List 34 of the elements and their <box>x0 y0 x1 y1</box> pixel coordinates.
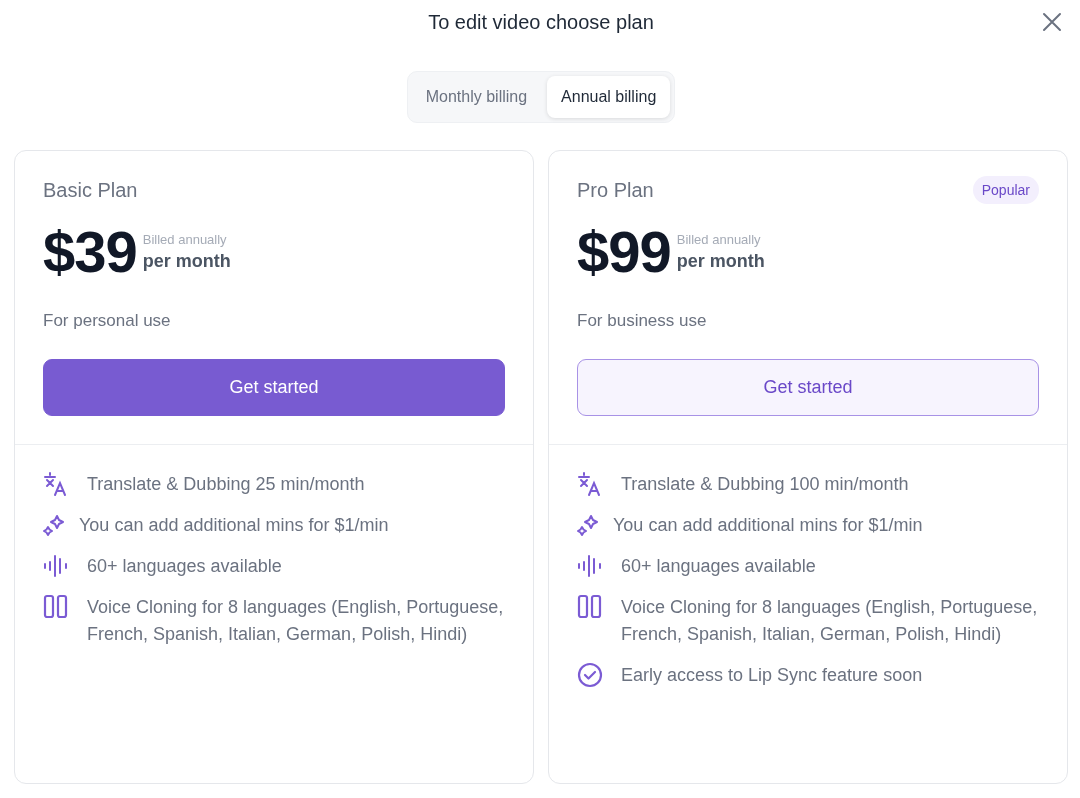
price-period: per month <box>676 251 765 272</box>
sparkles-icon <box>43 514 65 536</box>
plan-name: Basic Plan <box>43 178 138 202</box>
get-started-button[interactable]: Get started <box>43 359 505 416</box>
columns-icon <box>577 594 603 620</box>
get-started-button[interactable]: Get started <box>577 359 1039 416</box>
plan-description: For business use <box>577 311 708 331</box>
billing-note: Billed annually <box>142 232 228 247</box>
columns-icon <box>43 594 69 620</box>
price-period: per month <box>142 251 231 272</box>
waveform-icon <box>43 553 69 579</box>
feature-text: 60+ languages available <box>621 555 816 578</box>
check-circle-icon <box>577 662 603 688</box>
translate-icon <box>577 471 603 497</box>
sparkles-icon <box>577 514 599 536</box>
dialog-title: To edit video choose plan <box>428 10 654 34</box>
popular-badge: Popular <box>972 176 1039 204</box>
billing-tab[interactable]: Monthly billing <box>411 76 542 118</box>
billing-tab[interactable]: Annual billing <box>547 76 671 118</box>
feature-text: Translate & Dubbing 100 min/month <box>621 473 909 496</box>
feature-text: You can add additional mins for $1/min <box>79 514 389 537</box>
plan-description: For personal use <box>43 311 172 331</box>
translate-icon <box>43 471 69 497</box>
plan-name: Pro Plan <box>577 178 654 202</box>
feature-text: Translate & Dubbing 25 min/month <box>87 473 365 496</box>
feature-text: Early access to Lip Sync feature soon <box>621 664 923 687</box>
feature-text: 60+ languages available <box>87 555 282 578</box>
feature-text: Voice Cloning for 8 languages (English, Portuguese, French, Spanish, Italian, German, Polish, Hindi) <box>87 596 505 646</box>
waveform-icon <box>577 553 603 579</box>
feature-text: Voice Cloning for 8 languages (English, Portuguese, French, Spanish, Italian, German, Polish, Hindi) <box>621 596 1039 646</box>
feature-text: You can add additional mins for $1/min <box>613 514 923 537</box>
price: $99 <box>577 223 671 281</box>
price: $39 <box>43 223 137 281</box>
billing-note: Billed annually <box>676 232 762 247</box>
